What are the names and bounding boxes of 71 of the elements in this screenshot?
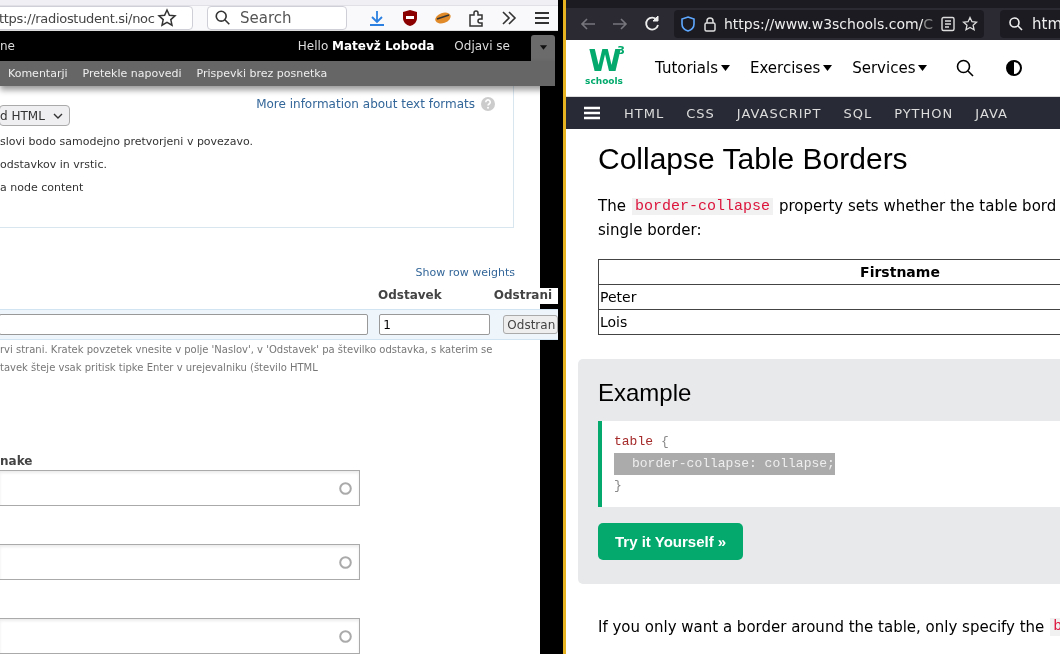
format-tip: slovi bodo samodejno pretvorjeni v povezavo. (0, 134, 254, 149)
search-field[interactable]: Search (207, 6, 347, 31)
address-bar[interactable]: https://www.w3schools.com/C (674, 10, 984, 38)
shield-icon[interactable] (400, 8, 420, 29)
menu-dropdown[interactable]: Services (852, 59, 928, 77)
search-icon[interactable] (955, 58, 976, 78)
page-title: Collapse Table Borders (598, 142, 909, 176)
autocomplete-field[interactable] (0, 618, 360, 654)
caret-icon (720, 65, 730, 71)
menu-link[interactable]: Prispevki brez posnetka (196, 67, 328, 81)
code-line: } (614, 477, 622, 495)
body-text: If you only want a border around the table, only specify the (598, 618, 1045, 636)
url-text: https://www.w3schools.com/ (724, 16, 924, 32)
nav-link[interactable]: JAVA (975, 105, 1008, 121)
caret-icon (538, 45, 548, 52)
column-header: Odstrani (493, 288, 553, 304)
autocomplete-field[interactable] (0, 544, 360, 580)
table-cell: Peter (598, 284, 1060, 310)
show-row-weights-link[interactable]: Show row weights (415, 266, 515, 279)
download-icon[interactable] (367, 8, 387, 29)
search-field[interactable]: htm (1000, 10, 1060, 38)
body-text: property sets whether the table bord (778, 196, 1057, 217)
lock-icon[interactable] (702, 16, 718, 32)
search-icon (1008, 16, 1024, 32)
menu-link[interactable]: Komentarji (8, 67, 68, 81)
format-select[interactable]: d HTML (0, 105, 70, 126)
body-text: The (598, 196, 626, 217)
column-header: Odstavek (378, 288, 442, 304)
logout-link[interactable]: Odjavi se (454, 39, 510, 54)
circle-icon (339, 481, 352, 495)
puzzle-icon[interactable] (466, 8, 486, 29)
help-text: tavek šteje vsak pritisk tipke Enter v urejevalniku (število HTML (0, 361, 319, 375)
contrast-icon[interactable] (1006, 60, 1023, 76)
field-label: nake (0, 454, 34, 470)
help-text: rvi strani. Kratek povzetek vnesite v polje 'Naslov', v 'Odstavek' pa številko odstavka, s katerim se (0, 343, 494, 357)
nav-link[interactable]: JAVASCRIPT (736, 105, 822, 121)
greeting-text: Hello Matevž Loboda (297, 39, 435, 54)
chevron-down-icon (52, 112, 63, 119)
autocomplete-field[interactable] (0, 470, 360, 506)
nav-link[interactable]: ne (0, 39, 15, 54)
reader-view-icon[interactable] (940, 16, 956, 32)
format-tip: odstavkov in vrstic. (0, 157, 108, 172)
nav-link[interactable]: PYTHON (894, 105, 954, 121)
circle-icon (339, 555, 352, 569)
nav-link[interactable]: HTML (624, 105, 665, 121)
code-line: table { (614, 433, 669, 451)
address-bar[interactable]: ttps://radiostudent.si/noc (0, 6, 193, 31)
table-header: Firstname (598, 259, 1060, 285)
remove-button[interactable]: Odstran (503, 315, 558, 334)
body-text: single border: (598, 220, 703, 241)
caret-icon (823, 65, 833, 71)
search-icon (214, 9, 232, 28)
inline-code: border-collapse (631, 197, 773, 215)
menu-dropdown[interactable]: Exercises (749, 59, 833, 77)
circle-icon (339, 629, 352, 643)
example-title: Example (598, 379, 693, 407)
help-link[interactable]: More information about text formats (256, 97, 475, 111)
summary-input[interactable] (0, 314, 369, 335)
menu-link[interactable]: Pretekle napovedi (82, 67, 182, 81)
menu-icon[interactable] (584, 106, 600, 120)
url-path-text: C (923, 16, 934, 32)
format-tip: a node content (0, 180, 85, 195)
nav-link[interactable]: SQL (843, 105, 873, 121)
nav-link[interactable]: CSS (686, 105, 715, 121)
table-cell: Lois (598, 309, 1060, 335)
menu-dropdown[interactable]: Tutorials (655, 59, 730, 77)
dropdown-button[interactable] (531, 35, 555, 62)
star-icon[interactable] (156, 8, 177, 29)
caret-icon (918, 65, 928, 71)
paragraph-number-input[interactable]: 1 (379, 314, 491, 335)
shield-icon[interactable] (680, 16, 696, 32)
